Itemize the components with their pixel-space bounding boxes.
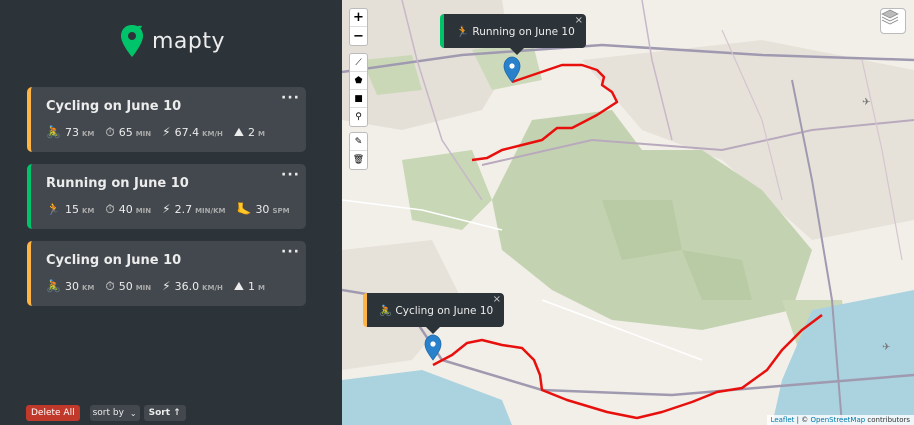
- mountain-icon: ⛰: [233, 279, 244, 293]
- workout-title: Cycling on June 10: [46, 253, 182, 268]
- lightning-icon: ⚡: [162, 202, 171, 216]
- popup-tip: [510, 48, 524, 55]
- airport-icon: ✈: [862, 97, 870, 108]
- draw-rectangle-icon[interactable]: ■: [350, 90, 367, 108]
- list-controls: Delete All sort by ⌄ Sort ↑: [26, 405, 186, 421]
- popup-tip: [426, 327, 440, 334]
- workout-distance: 🚴 73 km: [46, 125, 95, 139]
- popup-text: 🚴 Cycling on June 10: [379, 304, 494, 317]
- workout-title: Running on June 10: [46, 176, 189, 191]
- map-pin-logo-icon: [121, 25, 143, 57]
- workout-distance: 🚴 30 km: [46, 279, 95, 293]
- sidebar: mapty Cycling on June 10 ··· 🚴 73 km ⏱ 6…: [0, 0, 342, 425]
- lightning-icon: ⚡: [162, 279, 171, 293]
- workout-menu-icon[interactable]: ···: [281, 167, 300, 183]
- map-attribution: Leaflet | © OpenStreetMap contributors: [766, 415, 914, 425]
- popup-close-icon[interactable]: ×: [575, 15, 583, 26]
- logo: mapty: [120, 24, 225, 58]
- runner-icon: 🏃: [456, 25, 470, 38]
- lightning-icon: ⚡: [162, 125, 171, 139]
- runner-icon: 🏃: [46, 202, 61, 216]
- edit-layers-icon[interactable]: ✎: [350, 133, 367, 151]
- logo-text: mapty: [152, 28, 226, 54]
- bicycle-icon: 🚴: [379, 304, 393, 317]
- mountain-icon: ⛰: [233, 125, 244, 139]
- workout-menu-icon[interactable]: ···: [281, 244, 300, 260]
- delete-all-button[interactable]: Delete All: [26, 405, 80, 421]
- draw-polyline-icon[interactable]: ⟋: [350, 54, 367, 72]
- draw-polygon-icon[interactable]: ⬟: [350, 72, 367, 90]
- sort-button[interactable]: Sort ↑: [143, 405, 186, 421]
- layers-icon: [881, 9, 899, 25]
- airport-icon: ✈: [882, 342, 890, 353]
- map-tiles[interactable]: ✈ ✈: [342, 0, 914, 425]
- layers-button[interactable]: [880, 8, 906, 34]
- footprint-icon: 🦶: [236, 202, 252, 216]
- stopwatch-icon: ⏱: [105, 202, 115, 216]
- draw-toolbar: ⟋ ⬟ ■ ⚲: [349, 53, 368, 127]
- workout-card-running[interactable]: Running on June 10 ··· 🏃 15 km ⏱ 40 min …: [27, 164, 306, 229]
- workout-details: 🚴 73 km ⏱ 65 min ⚡ 67.4 km/h ⛰ 2 m: [46, 125, 276, 140]
- workout-details: 🚴 30 km ⏱ 50 min ⚡ 36.0 km/h ⛰ 1 m: [46, 279, 276, 294]
- workout-menu-icon[interactable]: ···: [281, 90, 300, 106]
- popup-cycling[interactable]: 🚴 Cycling on June 10 ×: [363, 293, 504, 334]
- delete-layers-icon[interactable]: 🗑: [350, 151, 367, 169]
- sort-by-select[interactable]: sort by ⌄: [89, 405, 140, 421]
- zoom-control: + −: [349, 8, 368, 46]
- sort-by-label: sort by: [92, 408, 124, 418]
- popup-close-icon[interactable]: ×: [493, 294, 501, 305]
- workout-cadence: 🦶 30 spm: [236, 202, 290, 216]
- workout-duration: ⏱ 65 min: [105, 125, 152, 139]
- leaflet-link[interactable]: Leaflet: [771, 416, 795, 424]
- chevron-down-icon: ⌄: [129, 408, 137, 418]
- workout-duration: ⏱ 50 min: [105, 279, 152, 293]
- stopwatch-icon: ⏱: [105, 125, 115, 139]
- workout-duration: ⏱ 40 min: [105, 202, 152, 216]
- osm-link[interactable]: OpenStreetMap: [810, 416, 865, 424]
- bicycle-icon: 🚴: [46, 279, 61, 293]
- zoom-in-button[interactable]: +: [350, 9, 367, 27]
- popup-running[interactable]: 🏃 Running on June 10 ×: [440, 14, 586, 55]
- workout-speed: ⚡ 67.4 km/h: [162, 125, 223, 139]
- workout-elevation: ⛰ 1 m: [233, 279, 265, 293]
- workout-details: 🏃 15 km ⏱ 40 min ⚡ 2.7 min/km 🦶 30 spm: [46, 202, 301, 217]
- stopwatch-icon: ⏱: [105, 279, 115, 293]
- map[interactable]: ✈ ✈ 🏃 Running on June 10 × 🚴 Cycling on …: [342, 0, 914, 425]
- edit-toolbar: ✎ 🗑: [349, 132, 368, 170]
- workout-speed: ⚡ 36.0 km/h: [162, 279, 223, 293]
- workout-title: Cycling on June 10: [46, 99, 182, 114]
- bicycle-icon: 🚴: [46, 125, 61, 139]
- workout-distance: 🏃 15 km: [46, 202, 95, 216]
- draw-marker-icon[interactable]: ⚲: [350, 108, 367, 126]
- workout-elevation: ⛰ 2 m: [233, 125, 265, 139]
- workout-pace: ⚡ 2.7 min/km: [162, 202, 226, 216]
- zoom-out-button[interactable]: −: [350, 27, 367, 45]
- popup-text: 🏃 Running on June 10: [456, 25, 575, 38]
- workout-card-cycling[interactable]: Cycling on June 10 ··· 🚴 73 km ⏱ 65 min …: [27, 87, 306, 152]
- workout-card-cycling[interactable]: Cycling on June 10 ··· 🚴 30 km ⏱ 50 min …: [27, 241, 306, 306]
